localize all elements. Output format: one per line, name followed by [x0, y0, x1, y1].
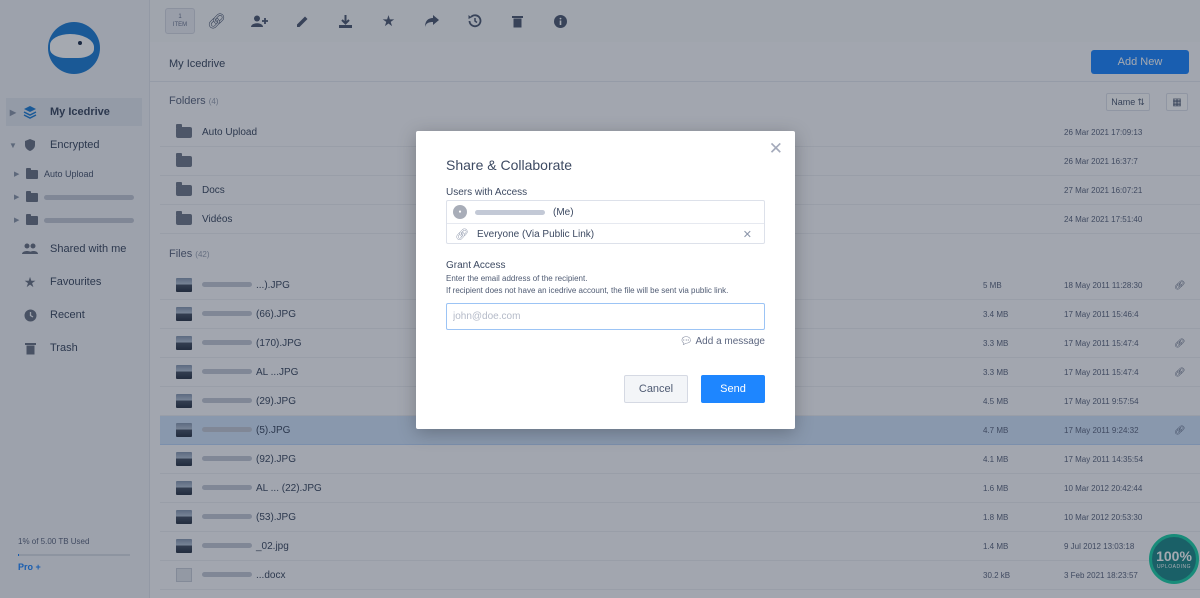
- recipient-email-input[interactable]: [446, 303, 765, 330]
- grant-hint-2: If recipient does not have an icedrive a…: [446, 286, 729, 295]
- remove-access-icon[interactable]: ✕: [743, 228, 752, 241]
- link-icon: 🔗︎: [455, 229, 469, 241]
- dialog-title: Share & Collaborate: [446, 157, 573, 173]
- access-list: ● (Me) 🔗︎ Everyone (Via Public Link) ✕: [446, 200, 765, 244]
- send-button[interactable]: Send: [701, 375, 765, 403]
- me-label: (Me): [553, 206, 574, 218]
- users-with-access-label: Users with Access: [446, 187, 528, 198]
- access-row-me: ● (Me): [447, 201, 764, 223]
- avatar: ●: [453, 205, 467, 219]
- add-message-link[interactable]: 💬︎ Add a message: [680, 336, 765, 347]
- share-dialog: ✕ Share & Collaborate Users with Access …: [416, 131, 795, 429]
- add-message-label: Add a message: [695, 336, 766, 347]
- access-row-public-link: 🔗︎ Everyone (Via Public Link) ✕: [447, 223, 764, 245]
- chat-bubble-icon: 💬︎: [679, 336, 693, 347]
- public-link-label: Everyone (Via Public Link): [477, 229, 595, 240]
- redacted-username: [475, 209, 545, 215]
- grant-access-label: Grant Access: [446, 260, 506, 271]
- grant-hint-1: Enter the email address of the recipient…: [446, 274, 588, 283]
- close-icon[interactable]: ✕: [769, 139, 783, 159]
- cancel-button[interactable]: Cancel: [624, 375, 688, 403]
